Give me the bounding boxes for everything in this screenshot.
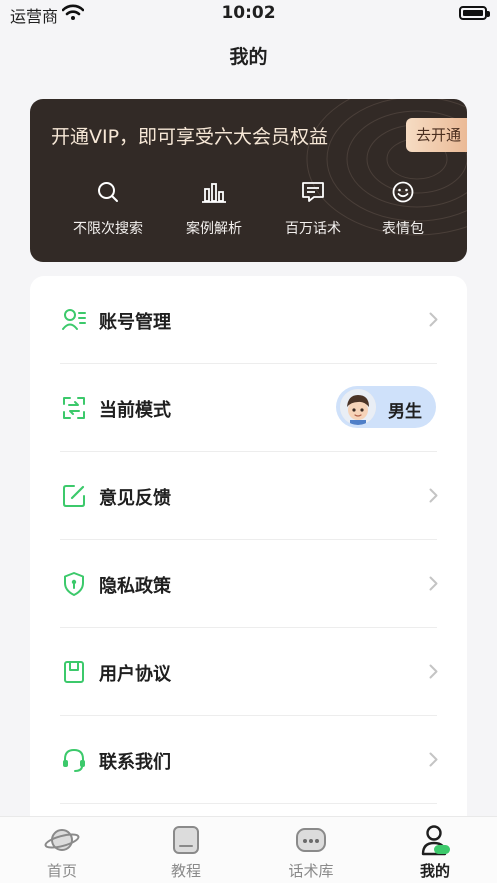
chevron-right-icon (429, 664, 438, 679)
tab-label: 我的 (419, 862, 450, 880)
menu-item-account[interactable]: 账号管理 (30, 276, 467, 364)
headset-icon (63, 748, 85, 772)
vip-feature-scripts[interactable]: 百万话术 (263, 178, 363, 238)
account-icon (62, 309, 86, 330)
vip-feature-stickers[interactable]: 表情包 (353, 178, 453, 238)
mode-value: 男生 (388, 402, 422, 422)
tab-home[interactable]: 首页 (22, 823, 102, 881)
clock: 10:02 (221, 3, 276, 23)
settings-menu: 账号管理 当前模式 男生 意见反馈 隐私政策 用户协议 联系我们 (30, 276, 467, 836)
vip-feature-search[interactable]: 不限次搜索 (58, 178, 158, 238)
vip-feature-case-analysis[interactable]: 案例解析 (164, 178, 264, 238)
menu-item-agreement[interactable]: 用户协议 (30, 628, 467, 716)
mode-chip[interactable]: 男生 (336, 386, 436, 428)
search-icon (98, 182, 118, 202)
document-icon (64, 661, 84, 683)
boy-avatar (340, 389, 376, 425)
vip-feature-label: 表情包 (382, 221, 424, 237)
tab-label: 教程 (170, 862, 201, 880)
smile-icon (392, 181, 414, 203)
menu-item-feedback[interactable]: 意见反馈 (30, 452, 467, 540)
message-icon (302, 182, 324, 202)
chevron-right-icon (429, 752, 438, 767)
chat-library-icon (296, 828, 326, 852)
tab-label: 话术库 (288, 862, 334, 880)
page-title: 我的 (229, 46, 268, 68)
menu-item-label: 隐私政策 (99, 576, 171, 597)
status-bar: 运营商 10:02 (0, 0, 497, 30)
vip-feature-label: 不限次搜索 (73, 221, 143, 237)
tab-mine[interactable]: 我的 (395, 823, 475, 881)
menu-item-label: 联系我们 (99, 752, 171, 773)
vip-feature-label: 百万话术 (285, 221, 341, 237)
menu-item-current-mode[interactable]: 当前模式 男生 (30, 364, 467, 452)
tab-label: 首页 (46, 862, 77, 880)
tab-bar: 首页 教程 话术库 我的 (0, 816, 497, 883)
vip-banner[interactable]: 开通VIP，即可享受六大会员权益 去开通 不限次搜索 案例解析 百万话术 表情包 (30, 99, 467, 262)
tutorial-icon (173, 826, 199, 854)
chevron-right-icon (429, 312, 438, 327)
menu-item-label: 用户协议 (99, 664, 171, 685)
menu-item-label: 当前模式 (99, 400, 171, 421)
vip-title: 开通VIP，即可享受六大会员权益 (51, 126, 329, 148)
shield-icon (64, 572, 84, 596)
menu-item-label: 意见反馈 (99, 488, 171, 509)
bar-chart-icon (202, 183, 226, 203)
menu-item-contact[interactable]: 联系我们 (30, 716, 467, 804)
menu-item-label: 账号管理 (99, 312, 171, 333)
divider (60, 803, 437, 804)
open-vip-button[interactable]: 去开通 (406, 118, 467, 152)
switch-mode-icon (63, 397, 85, 419)
profile-icon (421, 825, 450, 856)
battery-icon (459, 6, 490, 20)
edit-icon (63, 485, 85, 507)
chevron-right-icon (429, 488, 438, 503)
chevron-right-icon (429, 576, 438, 591)
tab-script-library[interactable]: 话术库 (271, 823, 351, 881)
tab-tutorial[interactable]: 教程 (146, 823, 226, 881)
vip-feature-label: 案例解析 (186, 221, 242, 237)
menu-item-privacy[interactable]: 隐私政策 (30, 540, 467, 628)
planet-icon (44, 829, 80, 851)
